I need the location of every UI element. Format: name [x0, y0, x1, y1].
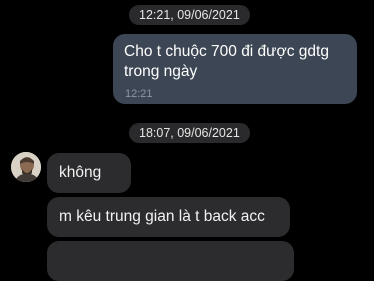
message-text: Cho t chuộc 700 đi được gdtg trong ngày — [124, 43, 329, 80]
received-message-bubble[interactable]: không — [47, 153, 131, 193]
received-message-bubble[interactable]: m kêu trung gian là t back acc — [47, 197, 290, 237]
chat-conversation: 12:21, 09/06/2021 Cho t chuộc 700 đi đượ… — [0, 0, 374, 281]
message-text: m kêu trung gian là t back acc — [59, 208, 265, 225]
message-time: 12:21 — [125, 88, 153, 100]
received-message-bubble-partial[interactable] — [47, 241, 294, 281]
sent-message-bubble[interactable]: Cho t chuộc 700 đi được gdtg trong ngày … — [113, 34, 357, 104]
timestamp-divider: 12:21, 09/06/2021 — [129, 5, 250, 25]
contact-avatar[interactable] — [11, 152, 41, 182]
avatar-image — [11, 152, 41, 182]
message-text: không — [59, 164, 102, 181]
timestamp-divider: 18:07, 09/06/2021 — [129, 123, 250, 143]
